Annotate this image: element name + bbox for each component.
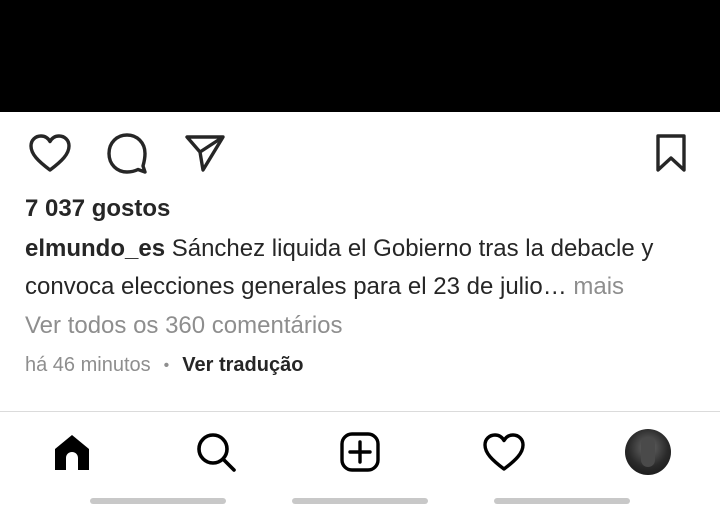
comment-button[interactable] <box>104 130 150 176</box>
translate-link[interactable]: Ver tradução <box>182 354 303 377</box>
nav-profile[interactable] <box>620 426 676 478</box>
share-button[interactable] <box>182 130 228 176</box>
view-comments-link[interactable]: Ver todos os 360 comentários <box>25 312 343 340</box>
nav-new-post[interactable] <box>332 426 388 478</box>
bottom-nav <box>0 412 720 492</box>
gesture-bar-center <box>292 498 428 504</box>
caption-username[interactable]: elmundo_es <box>25 235 165 262</box>
heart-outline-icon <box>29 134 71 172</box>
search-icon <box>197 433 236 472</box>
nav-home[interactable] <box>44 426 100 478</box>
post-caption: elmundo_es Sánchez liquida el Gobierno t… <box>25 230 705 306</box>
post-media[interactable] <box>0 0 720 112</box>
post-meta: há 46 minutos • Ver tradução <box>25 354 303 377</box>
nav-search[interactable] <box>188 426 244 478</box>
caption-more-link[interactable]: mais <box>567 273 624 300</box>
likes-count[interactable]: 7 037 gostos <box>25 195 170 223</box>
home-icon <box>55 435 89 470</box>
bookmark-icon <box>656 134 686 172</box>
caption-ellipsis: … <box>542 273 567 300</box>
like-button[interactable] <box>26 130 74 176</box>
gesture-bar-right <box>494 498 630 504</box>
speech-bubble-icon <box>107 133 147 174</box>
post-timestamp: há 46 minutos <box>25 354 151 376</box>
paper-plane-icon <box>185 135 225 172</box>
save-button[interactable] <box>650 130 692 176</box>
gesture-bar-left <box>90 498 226 504</box>
post-action-bar <box>0 112 720 192</box>
activity-heart-icon <box>483 433 525 471</box>
meta-separator: • <box>163 356 170 374</box>
profile-avatar <box>625 429 671 475</box>
nav-activity[interactable] <box>476 426 532 478</box>
new-post-icon <box>340 432 380 472</box>
